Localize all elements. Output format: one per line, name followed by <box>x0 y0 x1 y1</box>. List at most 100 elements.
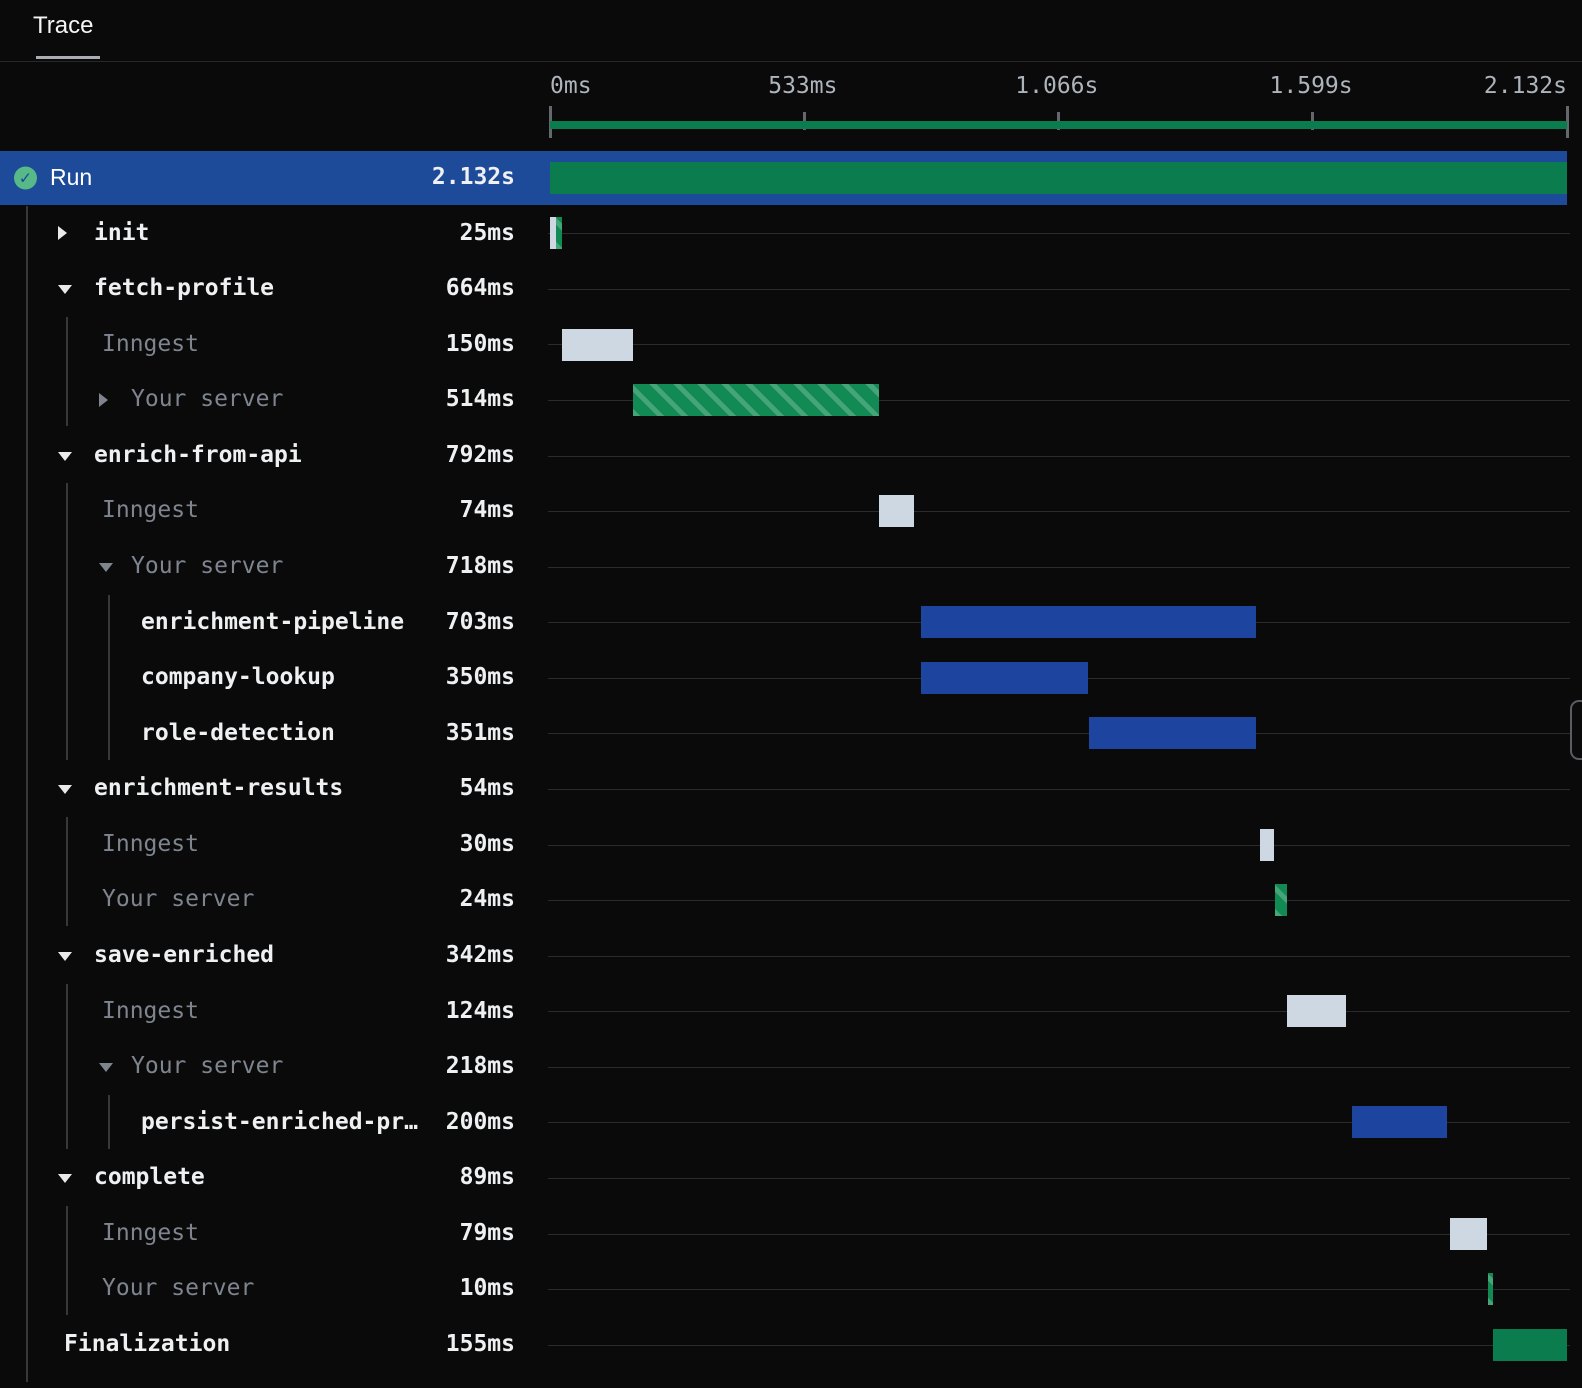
row-track-line <box>548 955 1570 957</box>
run-label: Run <box>50 164 93 190</box>
row-inngest[interactable]: Inngest 150ms <box>0 317 1582 373</box>
row-fetch-profile[interactable]: fetch-profile 664ms <box>0 261 1582 317</box>
tree-guide-line <box>66 317 68 426</box>
server-bar[interactable] <box>633 384 879 417</box>
server-bar[interactable] <box>1275 884 1287 917</box>
chevron-down-icon[interactable] <box>58 1174 72 1184</box>
tree-guide-line <box>108 595 110 760</box>
row-track-line <box>548 1066 1570 1068</box>
row-track-line <box>548 288 1570 290</box>
span-label: Finalization <box>64 1330 231 1357</box>
tree-guide-line <box>66 483 68 760</box>
row-track-line <box>548 511 1570 513</box>
tree-guide-line <box>26 206 28 1382</box>
row-inngest[interactable]: Inngest 74ms <box>0 483 1582 539</box>
tree-guide-line <box>66 984 68 1149</box>
chevron-down-icon[interactable] <box>58 951 72 961</box>
server-bar[interactable] <box>556 217 562 250</box>
span-label: Inngest <box>102 997 199 1024</box>
row-persist-enriched-pr[interactable]: persist-enriched-pr… 200ms <box>0 1095 1582 1151</box>
span-duration: 30ms <box>459 830 515 857</box>
chevron-right-icon[interactable] <box>58 226 67 241</box>
queued-bar[interactable] <box>561 328 634 361</box>
span-label: Your server <box>102 1275 255 1302</box>
trace-rows: ✓ Run 2.132s init 25ms fetch-profile 664ms Inng… <box>0 0 1582 1388</box>
chevron-down-icon[interactable] <box>99 562 113 572</box>
span-duration: 2.132s <box>431 164 515 190</box>
step-bar[interactable] <box>1089 717 1257 750</box>
span-label: save-enriched <box>94 941 275 968</box>
step-bar[interactable] <box>921 661 1089 694</box>
span-duration: 792ms <box>445 441 515 468</box>
queued-bar[interactable] <box>878 495 914 528</box>
run-bar[interactable] <box>550 161 1567 194</box>
row-track-line <box>548 789 1570 791</box>
chevron-right-icon[interactable] <box>99 393 108 408</box>
row-track-line <box>548 1233 1570 1235</box>
row-your-server[interactable]: Your server 10ms <box>0 1261 1582 1317</box>
row-your-server[interactable]: Your server 718ms <box>0 539 1582 595</box>
step-bar[interactable] <box>921 606 1257 639</box>
row-save-enriched[interactable]: save-enriched 342ms <box>0 928 1582 984</box>
queued-bar[interactable] <box>1286 995 1347 1028</box>
row-init[interactable]: init 25ms <box>0 206 1582 262</box>
span-label: complete <box>94 1164 205 1191</box>
row-enrich-from-api[interactable]: enrich-from-api 792ms <box>0 428 1582 484</box>
row-complete[interactable]: complete 89ms <box>0 1150 1582 1206</box>
span-duration: 155ms <box>445 1330 515 1357</box>
row-track-line <box>548 1011 1570 1013</box>
row-your-server[interactable]: Your server 218ms <box>0 1039 1582 1095</box>
chevron-down-icon[interactable] <box>58 785 72 795</box>
span-duration: 54ms <box>459 775 515 802</box>
span-duration: 342ms <box>445 941 515 968</box>
step-bar[interactable] <box>1351 1106 1448 1139</box>
row-your-server[interactable]: Your server 514ms <box>0 372 1582 428</box>
span-duration: 351ms <box>445 719 515 746</box>
row-track-line <box>548 733 1570 735</box>
row-track-line <box>548 1344 1570 1346</box>
span-duration: 200ms <box>445 1108 515 1135</box>
row-track-line <box>548 566 1570 568</box>
span-duration: 79ms <box>459 1219 515 1246</box>
row-company-lookup[interactable]: company-lookup 350ms <box>0 650 1582 706</box>
row-track-line <box>548 455 1570 457</box>
row-enrichment-pipeline[interactable]: enrichment-pipeline 703ms <box>0 595 1582 651</box>
scrollbar-thumb[interactable] <box>1570 700 1582 760</box>
span-label: Inngest <box>102 497 199 524</box>
chevron-down-icon[interactable] <box>58 451 72 461</box>
span-duration: 350ms <box>445 664 515 691</box>
span-duration: 24ms <box>459 886 515 913</box>
span-duration: 718ms <box>445 552 515 579</box>
span-label: Inngest <box>102 830 199 857</box>
span-label: Inngest <box>102 1219 199 1246</box>
span-label: Inngest <box>102 330 199 357</box>
tree-guide-line <box>66 1206 68 1315</box>
row-track-line <box>548 344 1570 346</box>
row-your-server[interactable]: Your server 24ms <box>0 872 1582 928</box>
span-duration: 514ms <box>445 386 515 413</box>
queued-bar[interactable] <box>1449 1217 1488 1250</box>
row-enrichment-results[interactable]: enrichment-results 54ms <box>0 761 1582 817</box>
span-duration: 664ms <box>445 275 515 302</box>
span-duration: 218ms <box>445 1053 515 1080</box>
row-inngest[interactable]: Inngest 79ms <box>0 1206 1582 1262</box>
row-role-detection[interactable]: role-detection 351ms <box>0 706 1582 762</box>
trace-panel: Trace 0ms 533ms 1.066s 1.599s 2.132s ✓ Run 2.1… <box>0 0 1582 1388</box>
row-run[interactable]: ✓ Run 2.132s <box>0 150 1582 206</box>
tree-guide-line <box>108 1095 110 1149</box>
span-label: Your server <box>131 552 284 579</box>
row-track-line <box>548 844 1570 846</box>
row-inngest[interactable]: Inngest 124ms <box>0 984 1582 1040</box>
chevron-down-icon[interactable] <box>58 284 72 294</box>
chevron-down-icon[interactable] <box>99 1062 113 1072</box>
span-duration: 10ms <box>459 1275 515 1302</box>
tree-guide-line <box>66 817 68 926</box>
server-bar[interactable] <box>1487 1273 1493 1306</box>
run-bar[interactable] <box>1493 1328 1567 1361</box>
span-label: fetch-profile <box>94 275 275 302</box>
queued-bar[interactable] <box>1259 828 1275 861</box>
row-inngest[interactable]: Inngest 30ms <box>0 817 1582 873</box>
row-finalization[interactable]: Finalization 155ms <box>0 1317 1582 1373</box>
row-track-line <box>548 900 1570 902</box>
row-track-line <box>548 1289 1570 1291</box>
